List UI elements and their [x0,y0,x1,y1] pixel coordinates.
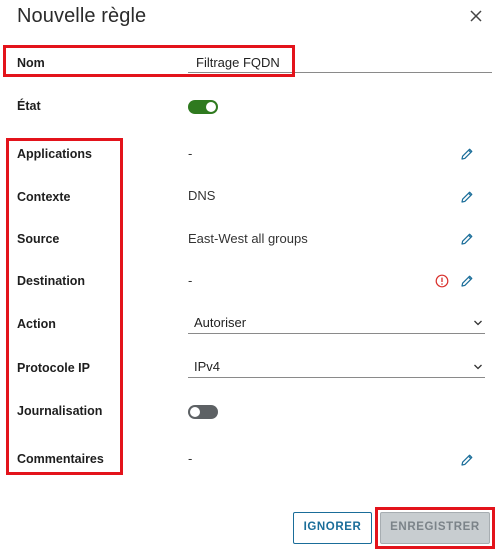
action-select[interactable]: Autoriser [188,313,485,334]
source-value: East-West all groups [188,231,308,246]
chevron-down-icon [474,364,482,370]
edit-applications-icon[interactable] [460,147,474,161]
comments-value: - [188,451,193,466]
context-value: DNS [188,188,216,203]
state-label: État [17,99,41,113]
close-icon[interactable] [468,8,484,24]
chevron-down-icon [474,320,482,326]
alert-circle-icon [435,274,449,288]
ip-protocol-selected-value: IPv4 [194,359,221,374]
action-label: Action [17,317,56,331]
destination-value: - [188,273,193,288]
applications-label: Applications [17,147,93,161]
comments-label: Commentaires [17,452,104,466]
dialog-title: Nouvelle règle [17,5,147,27]
name-input[interactable] [188,52,492,73]
edit-context-icon[interactable] [460,190,474,204]
destination-label: Destination [17,274,86,288]
applications-value: - [188,146,193,161]
toggle-knob [190,407,200,417]
ip-protocol-select[interactable]: IPv4 [188,357,485,378]
highlight-box-labels [6,138,123,475]
toggle-knob [206,102,216,112]
logging-label: Journalisation [17,404,103,418]
ignore-button[interactable]: IGNORER [293,512,372,544]
save-button: ENREGISTRER [380,512,490,544]
source-label: Source [17,232,60,246]
edit-comments-icon[interactable] [460,453,474,467]
state-toggle[interactable] [188,100,218,114]
ip-protocol-label: Protocole IP [17,361,90,375]
action-selected-value: Autoriser [194,315,247,330]
context-label: Contexte [17,190,71,204]
edit-destination-icon[interactable] [460,274,474,288]
logging-toggle[interactable] [188,405,218,419]
name-label: Nom [17,56,45,70]
edit-source-icon[interactable] [460,232,474,246]
